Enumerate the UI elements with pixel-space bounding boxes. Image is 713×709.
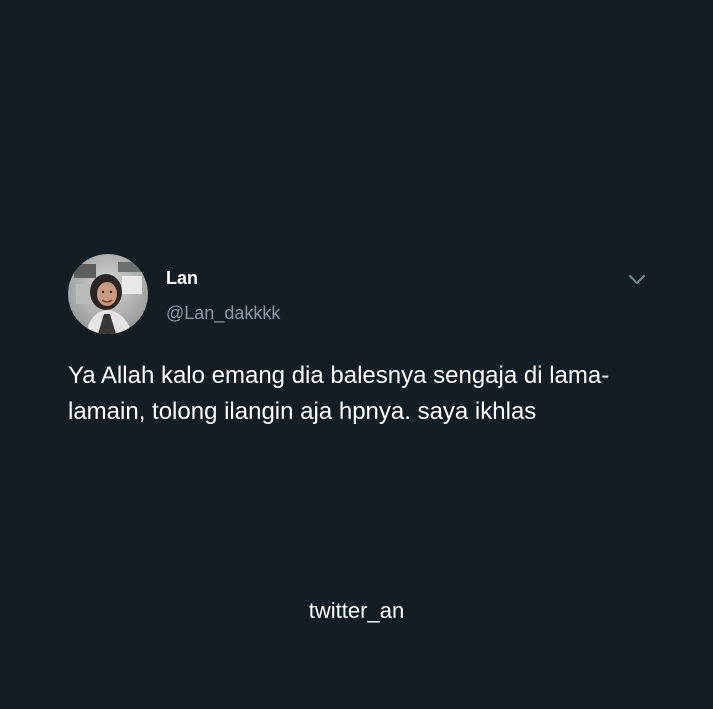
avatar-photo-icon — [68, 254, 148, 334]
tweet-text: Ya Allah kalo emang dia balesnya sengaja… — [68, 362, 610, 425]
watermark: twitter_an — [308, 598, 405, 623]
avatar[interactable] — [68, 254, 148, 334]
chevron-down-icon[interactable] — [626, 268, 648, 290]
display-name[interactable]: Lan — [166, 268, 198, 289]
user-handle[interactable]: @Lan_dakkkk — [166, 303, 280, 324]
